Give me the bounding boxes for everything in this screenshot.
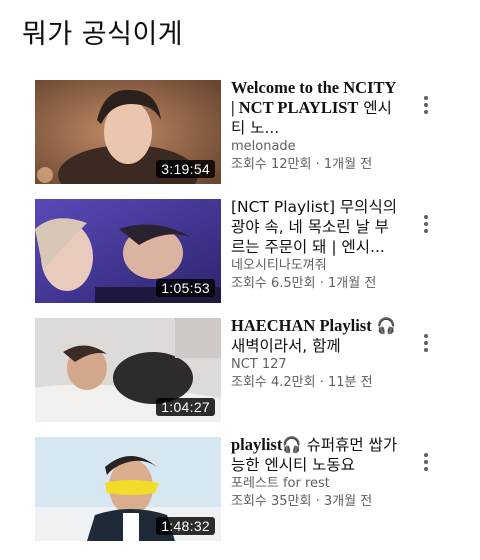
video-title[interactable]: [NCT Playlist] 무의식의 광야 속, 네 목소린 날 부르는 주문… xyxy=(231,197,403,257)
video-thumbnail[interactable]: 1:04:27 xyxy=(35,318,221,422)
more-vert-icon[interactable] xyxy=(417,90,435,120)
channel-name[interactable]: 네오시티나도껴줘 xyxy=(231,257,403,275)
video-meta: 조회수 4.2만회 · 11분 전 xyxy=(231,375,373,390)
channel-name[interactable]: 포레스트 for rest xyxy=(231,475,403,493)
video-title-en: HAECHAN Playlist xyxy=(231,316,372,335)
video-item[interactable]: 1:05:53 [NCT Playlist] 무의식의 광야 속, 네 목소린 … xyxy=(35,197,455,303)
video-item[interactable]: 1:48:32 playlist🎧 슈퍼휴먼 쌉가능한 엔시티 노동요 포레스트… xyxy=(35,435,455,541)
more-vert-icon[interactable] xyxy=(417,209,435,239)
video-title-en: playlist xyxy=(231,435,283,454)
video-duration: 1:04:27 xyxy=(156,398,215,416)
video-item[interactable]: 1:04:27 HAECHAN Playlist 🎧 새벽이라서, 함께 NCT… xyxy=(35,316,455,422)
more-vert-icon[interactable] xyxy=(417,328,435,358)
video-thumbnail[interactable]: 1:48:32 xyxy=(35,437,221,541)
video-title[interactable]: Welcome to the NCITY | NCT PLAYLIST 엔시티 … xyxy=(231,78,403,138)
channel-name[interactable]: NCT 127 xyxy=(231,356,403,374)
video-meta: 조회수 12만회 · 1개월 전 xyxy=(231,157,373,172)
channel-name[interactable]: melonade xyxy=(231,138,403,156)
video-title-en: [NCT Playlist] xyxy=(231,198,335,216)
video-thumbnail[interactable]: 3:19:54 xyxy=(35,80,221,184)
video-title[interactable]: HAECHAN Playlist 🎧 새벽이라서, 함께 xyxy=(231,316,403,356)
video-title[interactable]: playlist🎧 슈퍼휴먼 쌉가능한 엔시티 노동요 xyxy=(231,435,403,475)
video-duration: 3:19:54 xyxy=(156,160,215,178)
section-title: 뭐가 공식이게 xyxy=(22,19,184,50)
more-vert-icon[interactable] xyxy=(417,447,435,477)
video-duration: 1:05:53 xyxy=(156,279,215,297)
video-thumbnail[interactable]: 1:05:53 xyxy=(35,199,221,303)
video-item[interactable]: 3:19:54 Welcome to the NCITY | NCT PLAYL… xyxy=(35,78,455,184)
video-duration: 1:48:32 xyxy=(156,517,215,535)
video-meta: 조회수 6.5만회 · 1개월 전 xyxy=(231,276,377,291)
video-meta: 조회수 35만회 · 3개월 전 xyxy=(231,494,373,509)
